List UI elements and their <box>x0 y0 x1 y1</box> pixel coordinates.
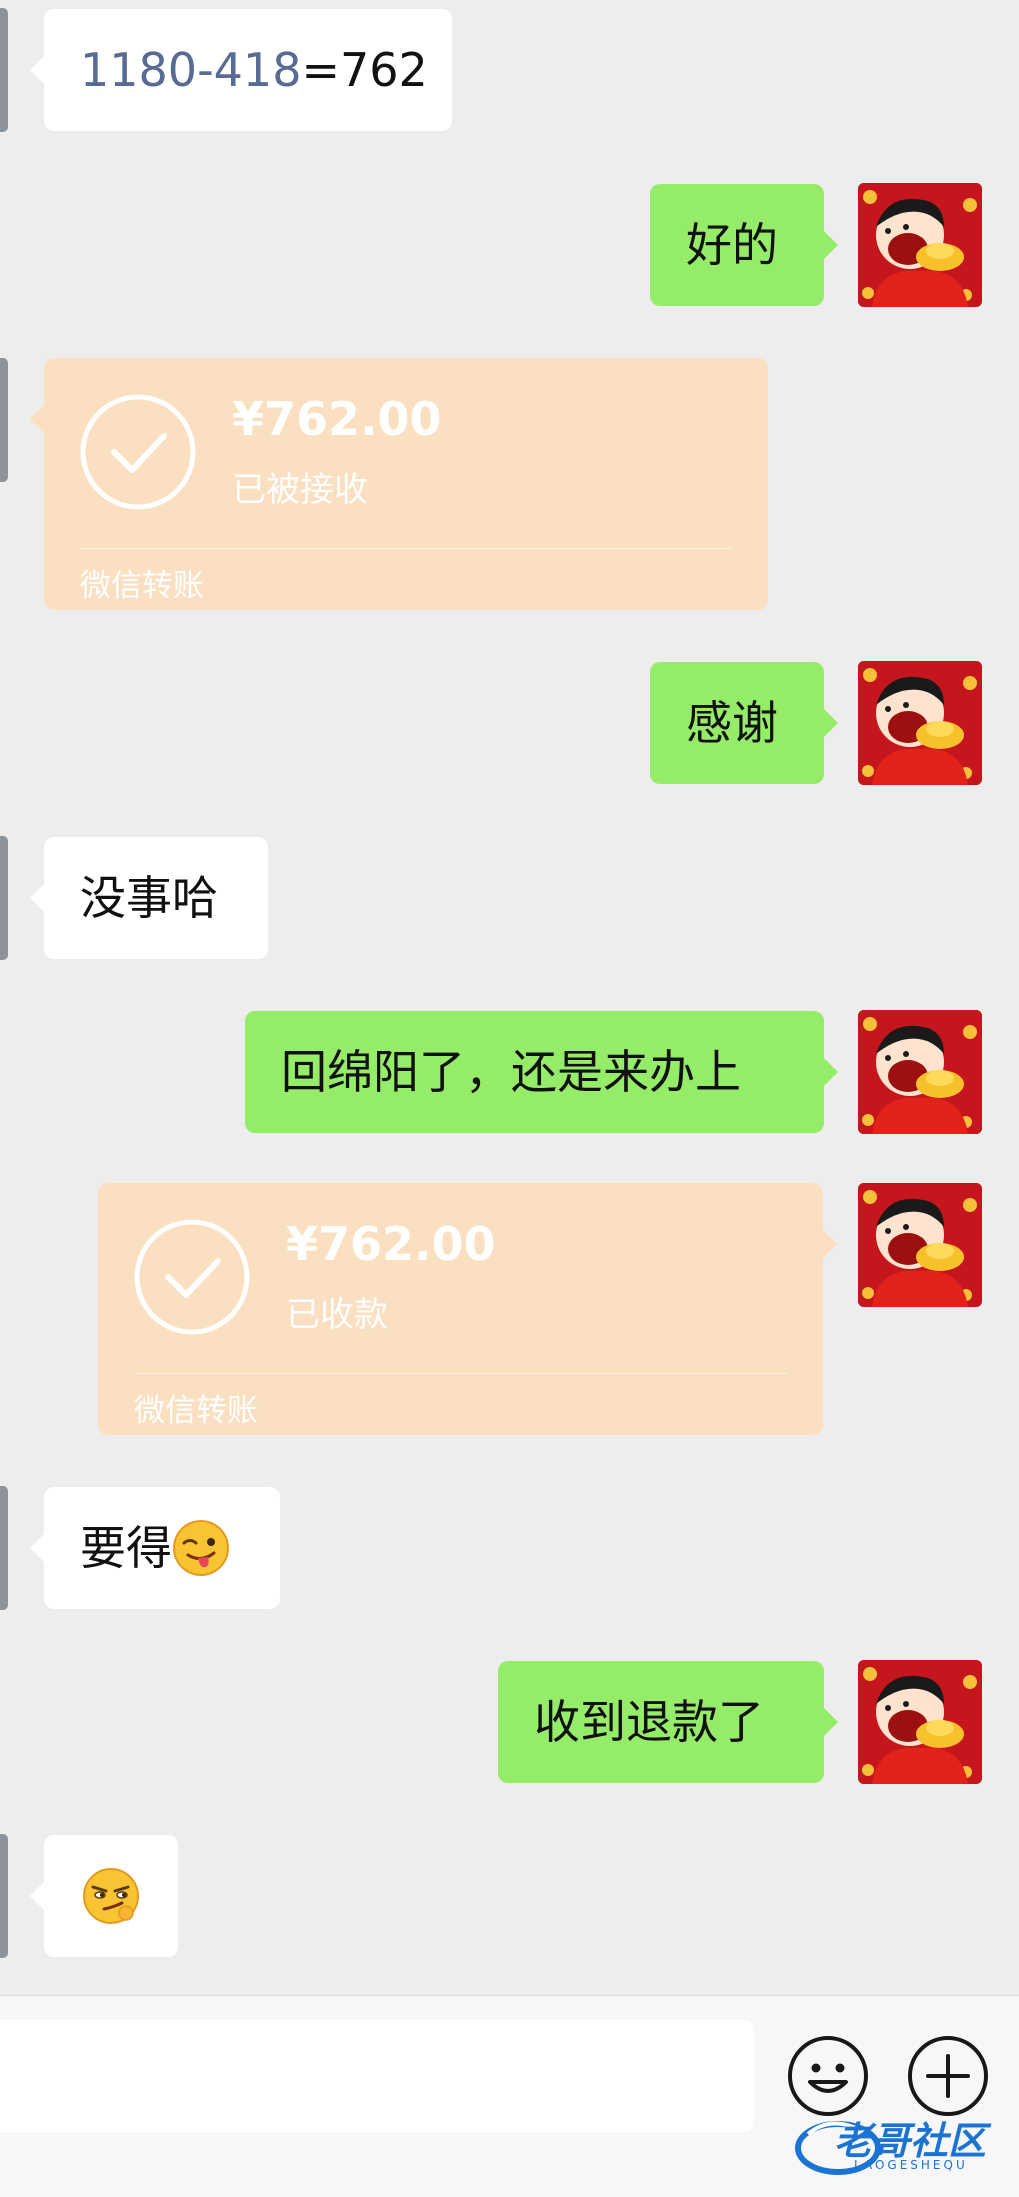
sender-avatar-edge[interactable] <box>0 836 8 960</box>
smirk-emoji <box>82 1867 140 1925</box>
watermark-title: 老哥社区 <box>834 2119 987 2163</box>
outgoing-text-bubble[interactable]: 感谢 <box>650 662 838 784</box>
transfer-status: 已被接收 <box>232 470 368 510</box>
transfer-footer: 微信转账 <box>80 568 204 604</box>
message-row <box>0 1834 1019 1958</box>
transfer-amount: ¥762.00 <box>232 392 442 446</box>
avatar-image <box>858 661 982 785</box>
transfer-card[interactable]: ¥762.00 已收款 微信转账 <box>98 1183 837 1435</box>
calculation-link[interactable]: 1180-418 <box>80 43 301 97</box>
my-avatar[interactable] <box>858 1183 982 1307</box>
sender-avatar-edge[interactable] <box>0 358 8 482</box>
wink-tongue-emoji <box>172 1519 230 1577</box>
message-row: 没事哈 <box>0 836 1019 960</box>
transfer-divider <box>80 548 732 549</box>
transfer-card[interactable]: ¥762.00 已被接收 微信转账 <box>30 358 768 610</box>
message-text: 要得 <box>80 1521 172 1575</box>
avatar-image <box>858 1010 982 1134</box>
message-row: 要得 <box>0 1486 1019 1610</box>
message-text: 收到退款了 <box>534 1695 764 1749</box>
message-row: 回绵阳了，还是来办上 <box>0 1010 1019 1134</box>
message-row: ¥762.00 已收款 微信转账 <box>0 1183 1019 1435</box>
message-text: 没事哈 <box>80 871 218 925</box>
message-text: 回绵阳了，还是来办上 <box>281 1045 741 1099</box>
message-row: ¥762.00 已被接收 微信转账 <box>0 358 1019 610</box>
outgoing-text-bubble[interactable]: 回绵阳了，还是来办上 <box>245 1011 838 1133</box>
check-circle-icon <box>134 1219 250 1335</box>
transfer-footer: 微信转账 <box>134 1393 258 1429</box>
transfer-amount: ¥762.00 <box>286 1217 496 1271</box>
message-input[interactable] <box>0 2020 754 2132</box>
plus-circle-icon[interactable] <box>906 2034 990 2118</box>
avatar-image <box>858 1660 982 1784</box>
check-circle-icon <box>80 394 196 510</box>
message-row: 1180-418=762 <box>0 8 1019 132</box>
watermark-logo: 老哥社区 LAOGESHEQU <box>792 2108 1012 2184</box>
transfer-status: 已收款 <box>286 1295 388 1335</box>
sender-avatar-edge[interactable] <box>0 1834 8 1958</box>
message-row: 感谢 <box>0 661 1019 785</box>
incoming-text-bubble[interactable]: 1180-418=762 <box>30 9 452 131</box>
my-avatar[interactable] <box>858 661 982 785</box>
avatar-image <box>858 183 982 307</box>
avatar-image <box>858 1183 982 1307</box>
my-avatar[interactable] <box>858 183 982 307</box>
message-row: 收到退款了 <box>0 1660 1019 1784</box>
outgoing-text-bubble[interactable]: 好的 <box>650 184 838 306</box>
message-text: 感谢 <box>686 696 778 750</box>
outgoing-text-bubble[interactable]: 收到退款了 <box>498 1661 838 1783</box>
incoming-text-bubble[interactable]: 要得 <box>30 1487 280 1609</box>
watermark-subtitle: LAOGESHEQU <box>854 2158 968 2172</box>
input-bar: 老哥社区 LAOGESHEQU <box>0 1995 1019 2197</box>
my-avatar[interactable] <box>858 1010 982 1134</box>
smiley-icon[interactable] <box>786 2034 870 2118</box>
sender-avatar-edge[interactable] <box>0 8 8 132</box>
message-text: 好的 <box>686 218 778 272</box>
my-avatar[interactable] <box>858 1660 982 1784</box>
message-row: 好的 <box>0 183 1019 307</box>
incoming-emoji-bubble[interactable] <box>30 1835 178 1957</box>
chat-area[interactable]: 1180-418=762 好的 ¥762.00 已被接收 微信转账 感谢 没事哈… <box>0 0 1019 1995</box>
sender-avatar-edge[interactable] <box>0 1486 8 1610</box>
calculation-result: =762 <box>301 43 428 97</box>
incoming-text-bubble[interactable]: 没事哈 <box>30 837 268 959</box>
transfer-divider <box>134 1373 787 1374</box>
